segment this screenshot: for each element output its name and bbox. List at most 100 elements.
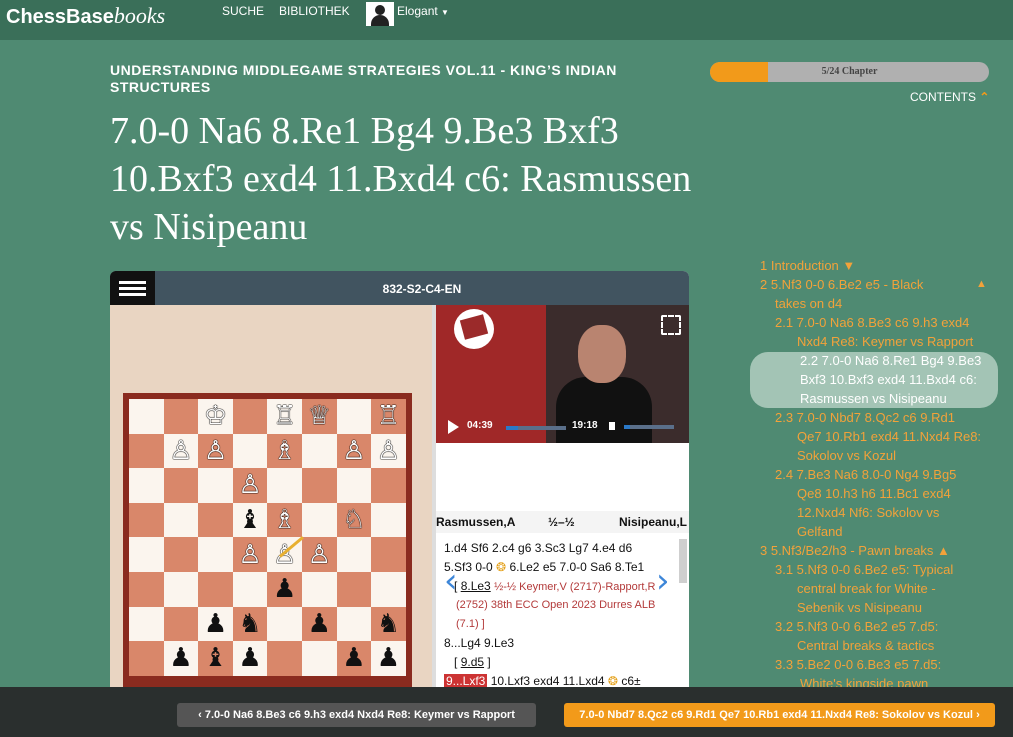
notation-scrollbar[interactable] — [679, 539, 687, 583]
contents-toggle[interactable]: CONTENTS ⌃ — [910, 90, 989, 104]
section-toggle-icon[interactable]: ▲ — [976, 275, 987, 294]
chess-piece[interactable]: ♙ — [169, 438, 192, 464]
board-square[interactable]: ♗ — [267, 502, 302, 538]
toc-item[interactable]: 1 Introduction ▼ — [760, 256, 855, 275]
board-square[interactable] — [267, 606, 302, 642]
toc-item[interactable]: 2.1 7.0-0 Na6 8.Be3 c6 9.h3 exd4 — [775, 313, 969, 332]
board-square[interactable] — [336, 468, 372, 503]
board-square[interactable] — [198, 468, 233, 503]
board-square[interactable] — [371, 502, 406, 538]
board-square[interactable]: ♝ — [232, 502, 268, 538]
board-square[interactable] — [129, 433, 164, 469]
toc-item[interactable]: Gelfand — [797, 522, 843, 541]
user-avatar-icon[interactable] — [366, 2, 394, 26]
board-square[interactable]: ♟ — [232, 641, 268, 676]
chess-piece[interactable]: ♘ — [342, 507, 365, 533]
user-menu[interactable]: Elogant ▼ — [397, 4, 449, 18]
board-square[interactable]: ♙ — [232, 537, 268, 572]
board-square[interactable] — [163, 606, 199, 642]
board-square[interactable]: ♟ — [163, 641, 199, 676]
board-square[interactable]: ♞ — [232, 606, 268, 642]
board-square[interactable] — [232, 399, 268, 434]
board-square[interactable] — [163, 468, 199, 503]
video-player[interactable]: 04:39 19:18 — [436, 305, 689, 443]
next-chapter-button[interactable]: 7.0-0 Nbd7 8.Qc2 c6 9.Rd1 Qe7 10.Rb1 exd… — [564, 703, 995, 727]
board-square[interactable] — [163, 571, 199, 607]
toc-item[interactable]: 3 5.Nf3/Be2/h3 - Pawn breaks ▲ — [760, 541, 950, 560]
play-icon[interactable] — [448, 420, 459, 434]
board-square[interactable] — [371, 468, 406, 503]
board-square[interactable]: ♕ — [301, 399, 337, 434]
board-square[interactable]: ♙ — [371, 433, 406, 469]
chess-piece[interactable]: ♟ — [308, 611, 331, 637]
board-square[interactable] — [267, 468, 302, 503]
board-square[interactable]: ♞ — [371, 606, 406, 642]
board-square[interactable]: ♖ — [371, 399, 406, 434]
video-seek-bar[interactable] — [506, 426, 566, 430]
board-square[interactable]: ♖ — [267, 399, 302, 434]
chess-piece[interactable]: ♙ — [204, 438, 227, 464]
volume-slider[interactable] — [624, 425, 674, 429]
board-square[interactable]: ♟ — [371, 641, 406, 676]
chessbase-logo[interactable]: ChessBasebooks — [6, 3, 165, 29]
board-square[interactable] — [232, 433, 268, 469]
board-square[interactable] — [371, 571, 406, 607]
board-square[interactable] — [301, 641, 337, 676]
toc-item[interactable]: 2.4 7.Be3 Na6 8.0-0 Ng4 9.Bg5 — [775, 465, 956, 484]
board-square[interactable] — [301, 502, 337, 538]
board-square[interactable] — [232, 571, 268, 607]
board-square[interactable] — [129, 641, 164, 676]
chess-piece[interactable]: ♟ — [342, 645, 365, 671]
toc-item[interactable]: central break for White - — [797, 579, 936, 598]
chess-piece[interactable]: ♗ — [273, 438, 296, 464]
chess-piece[interactable]: ♖ — [377, 403, 400, 429]
board-square[interactable] — [163, 399, 199, 434]
chess-piece[interactable]: ♟ — [204, 611, 227, 637]
board-square[interactable] — [129, 571, 164, 607]
board-square[interactable] — [267, 641, 302, 676]
toc-item[interactable]: Rasmussen vs Nisipeanu — [800, 389, 947, 408]
board-square[interactable] — [163, 537, 199, 572]
variation-move[interactable]: 9.d5 — [461, 655, 484, 669]
board-square[interactable] — [129, 537, 164, 572]
toc-item[interactable]: Qe8 10.h3 h6 11.Bc1 exd4 — [797, 484, 951, 503]
board-square[interactable] — [198, 571, 233, 607]
board-square[interactable]: ♙ — [336, 433, 372, 469]
chess-piece[interactable]: ♖ — [273, 403, 296, 429]
chess-piece[interactable]: ♟ — [238, 645, 261, 671]
chess-piece[interactable]: ♙ — [238, 542, 261, 568]
toc-item[interactable]: 3.3 5.Be2 0-0 6.Be3 e5 7.d5: — [775, 655, 941, 674]
board-square[interactable]: ♟ — [267, 571, 302, 607]
board-square[interactable] — [129, 606, 164, 642]
nav-search-link[interactable]: SUCHE — [222, 4, 264, 18]
board-square[interactable] — [371, 537, 406, 572]
board-square[interactable] — [198, 537, 233, 572]
toc-item[interactable]: 2.3 7.0-0 Nbd7 8.Qc2 c6 9.Rd1 — [775, 408, 955, 427]
chess-piece[interactable]: ♝ — [238, 507, 261, 533]
next-move-icon[interactable]: › — [656, 561, 670, 601]
toc-item[interactable]: Sebenik vs Nisipeanu — [797, 598, 922, 617]
reference-game[interactable]: ½-½ Keymer,V (2717)-Rapport,R — [494, 581, 655, 593]
board-square[interactable] — [336, 399, 372, 434]
chess-piece[interactable]: ♞ — [238, 611, 261, 637]
board-square[interactable]: ♙ — [301, 537, 337, 572]
board-square[interactable] — [129, 468, 164, 503]
chess-piece[interactable]: ♞ — [377, 611, 400, 637]
toc-item[interactable]: Bxf3 10.Bxf3 exd4 11.Bxd4 c6: — [800, 370, 977, 389]
chess-piece[interactable]: ♗ — [273, 507, 296, 533]
board-square[interactable]: ♙ — [163, 433, 199, 469]
board-square[interactable] — [301, 468, 337, 503]
chess-piece[interactable]: ♟ — [377, 645, 400, 671]
chess-piece[interactable]: ♙ — [342, 438, 365, 464]
chess-piece[interactable]: ♙ — [238, 472, 261, 498]
toc-item[interactable]: Nxd4 Re8: Keymer vs Rapport — [797, 332, 973, 351]
chess-piece[interactable]: ♙ — [377, 438, 400, 464]
board-square[interactable] — [336, 606, 372, 642]
board-square[interactable] — [163, 502, 199, 538]
toc-item[interactable]: Central breaks & tactics — [797, 636, 934, 655]
chess-piece[interactable]: ♝ — [204, 645, 227, 671]
board-square[interactable]: ♘ — [336, 502, 372, 538]
board-square[interactable]: ♝ — [198, 641, 233, 676]
board-square[interactable]: ♟ — [198, 606, 233, 642]
chess-piece[interactable]: ♟ — [273, 576, 296, 602]
